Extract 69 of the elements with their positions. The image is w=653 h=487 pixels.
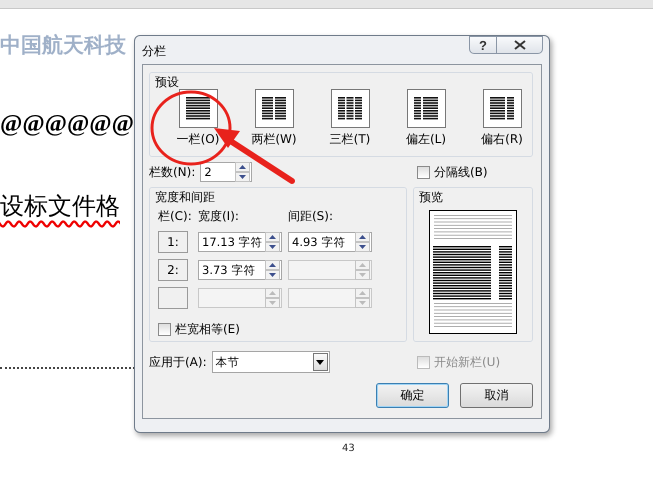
preset-label: 一栏(O) — [176, 131, 220, 148]
close-icon — [514, 40, 526, 50]
dialog-button[interactable]: 确定 — [376, 383, 449, 408]
width-field[interactable]: 17.13 字符 — [198, 232, 282, 252]
preset-label: 两栏(W) — [251, 131, 297, 148]
preset-label: 三栏(T) — [330, 131, 370, 148]
checkbox-label: 分隔线(B) — [434, 164, 488, 180]
preset-label: 偏右(R) — [481, 131, 523, 148]
column-layout-icon — [338, 97, 362, 120]
column-header: 栏(C): — [158, 208, 192, 225]
preset-button[interactable] — [254, 89, 294, 128]
up-triangle-icon — [269, 263, 276, 267]
group-title: 预设 — [155, 74, 179, 91]
preset-button[interactable] — [178, 89, 218, 128]
field-label: 应用于(A): — [149, 354, 207, 370]
spacing-field[interactable]: 4.93 字符 — [288, 232, 372, 252]
dialog-title: 分栏 — [142, 43, 166, 60]
down-triangle-icon — [359, 301, 366, 305]
spin-down-button[interactable] — [235, 172, 250, 182]
column-count-field[interactable]: 2 — [200, 162, 252, 182]
spin-down-button[interactable] — [265, 270, 280, 280]
preset-button[interactable] — [406, 89, 446, 128]
dropdown-caret-icon — [316, 360, 324, 364]
group-title: 宽度和间距 — [155, 189, 215, 206]
column-number — [158, 287, 188, 309]
down-triangle-icon — [239, 175, 246, 179]
document-header: 中国航天科技 — [0, 32, 126, 59]
spin-up-button[interactable] — [355, 232, 370, 242]
spin-up-button[interactable] — [265, 260, 280, 270]
column-layout-icon — [262, 97, 286, 120]
spin-up-button[interactable] — [235, 162, 250, 172]
checkbox[interactable] — [417, 166, 430, 178]
column-layout-icon — [490, 97, 514, 120]
column-number: 1: — [158, 231, 188, 253]
up-triangle-icon — [269, 291, 276, 295]
column-layout-icon — [186, 97, 210, 120]
help-button[interactable]: ? — [469, 36, 497, 54]
spin-down-button[interactable] — [355, 242, 370, 252]
column-layout-icon — [414, 97, 438, 120]
dialog-button[interactable]: 取消 — [460, 383, 533, 408]
down-triangle-icon — [359, 273, 366, 277]
preset-button[interactable] — [330, 89, 370, 128]
apply-to-dropdown[interactable]: 本节 — [212, 351, 330, 373]
up-triangle-icon — [359, 235, 366, 239]
group-title: 预览 — [419, 189, 443, 206]
down-triangle-icon — [359, 245, 366, 249]
down-triangle-icon — [269, 301, 276, 305]
preset-button[interactable] — [482, 89, 522, 128]
close-button[interactable] — [497, 36, 543, 54]
document-text: 设标文件格 — [0, 193, 120, 222]
up-triangle-icon — [269, 235, 276, 239]
column-header: 宽度(I): — [198, 208, 240, 225]
checkbox-label: 栏宽相等(E) — [175, 321, 240, 338]
spin-down-button[interactable] — [265, 242, 280, 252]
up-triangle-icon — [239, 165, 246, 169]
down-triangle-icon — [269, 245, 276, 249]
checkbox-label: 开始新栏(U) — [434, 354, 500, 370]
up-triangle-icon — [359, 263, 366, 267]
checkbox[interactable] — [158, 323, 171, 336]
width-field[interactable]: 3.73 字符 — [198, 260, 282, 280]
spin-up-button[interactable] — [265, 232, 280, 242]
up-triangle-icon — [359, 291, 366, 295]
preset-label: 偏左(L) — [406, 131, 446, 148]
down-triangle-icon — [269, 273, 276, 277]
field-label: 栏数(N): — [149, 164, 196, 180]
document-text: @@@@@@ — [0, 111, 134, 138]
page-number: 43 — [342, 443, 356, 454]
column-number: 2: — [158, 259, 188, 281]
column-header: 间距(S): — [288, 208, 334, 225]
